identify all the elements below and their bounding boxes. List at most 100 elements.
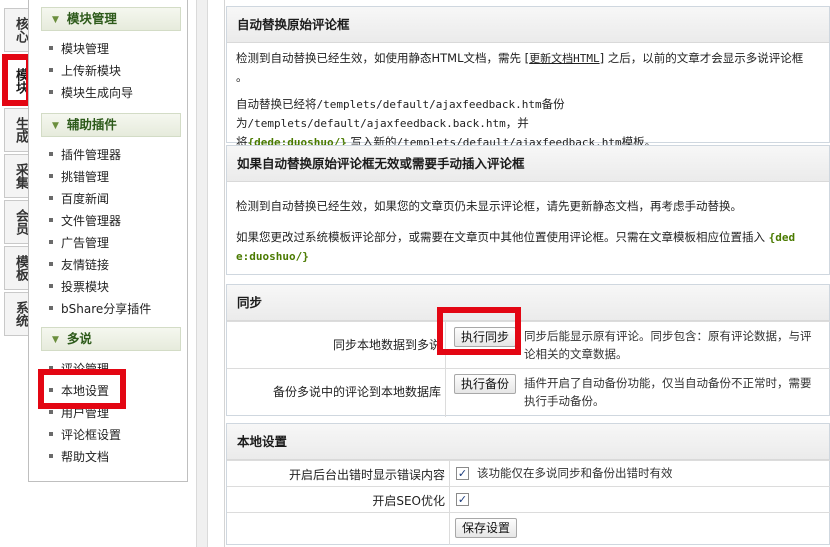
divider	[445, 369, 446, 417]
notice-text: ] 之后，以前的文章才会显示多说评论框	[599, 51, 804, 65]
backup-description: 插件开启了自动备份功能，仅当自动备份不正常时，需要 执行手动备份。	[524, 374, 828, 410]
bullet-icon	[49, 240, 53, 244]
menu-item-friend-links[interactable]: 友情链接	[49, 255, 109, 275]
tab-system[interactable]: 系统	[4, 292, 29, 336]
menu-item-bshare[interactable]: bShare分享插件	[49, 299, 151, 319]
panel-auto-replace: 自动替换原始评论框 检测到自动替换已经生效，如使用静态HTML文档，需先 [更新…	[226, 6, 830, 149]
bullet-icon	[49, 196, 53, 200]
section-duoshuo[interactable]: ▼ 多说	[41, 327, 181, 351]
tab-collect[interactable]: 采集	[4, 154, 29, 198]
bullet-icon	[49, 174, 53, 178]
sync-description: 同步后能显示原有评论。同步包含：原有评论数据，与评 论相关的文章数据。	[524, 327, 828, 363]
menu-label: 广告管理	[61, 236, 110, 250]
manual-notice-2: 如果您更改过系统模板评论部分，或需要在文章页中其他位置使用评论框。只需在文章模板…	[236, 228, 830, 266]
panel-local-settings: 本地设置 开启后台出错时显示错误内容 ✓ 该功能仅在多说同步和备份出错时有效 开…	[226, 423, 830, 545]
triangle-down-icon: ▼	[52, 121, 59, 131]
error-display-description: 该功能仅在多说同步和备份出错时有效	[477, 466, 673, 480]
bullet-icon	[49, 284, 53, 288]
tab-member[interactable]: 会员	[4, 200, 29, 244]
bullet-icon	[49, 432, 53, 436]
update-html-link[interactable]: 更新文档HTML	[529, 52, 600, 65]
error-display-row: 开启后台出错时显示错误内容 ✓ 该功能仅在多说同步和备份出错时有效	[227, 460, 830, 487]
manual-notice-1: 检测到自动替换已经生效，如果您的文章页仍未显示评论框，请先更新静态文档，再考虑手…	[236, 199, 742, 213]
section-module-management[interactable]: ▼ 模块管理	[41, 7, 181, 31]
notice-text: 如果您更改过系统模板评论部分，或需要在文章页中其他位置使用评论框。只需在文章模板…	[236, 230, 765, 244]
bullet-icon	[49, 90, 53, 94]
desc-line: 同步后能显示原有评论。同步包含：原有评论数据，与评	[524, 329, 812, 343]
menu-label: 挑错管理	[61, 170, 110, 184]
panel-title: 本地设置	[227, 424, 829, 460]
highlight-box-sync-button	[437, 307, 521, 355]
notice-text: 。	[236, 70, 248, 84]
backup-path: /templets/default/ajaxfeedback.back.htm	[247, 117, 506, 130]
menu-label: 模块管理	[61, 42, 110, 56]
menu-item-module-wizard[interactable]: 模块生成向导	[49, 83, 133, 103]
bullet-icon	[49, 262, 53, 266]
sync-label: 同步本地数据到多说	[332, 338, 441, 352]
menu-item-module-manage[interactable]: 模块管理	[49, 39, 109, 59]
section-title: 辅助插件	[66, 117, 117, 132]
menu-label: 上传新模块	[61, 64, 122, 78]
menu-item-comment-box-settings[interactable]: 评论框设置	[49, 425, 121, 445]
auto-replace-notice: 检测到自动替换已经生效，如使用静态HTML文档，需先 [更新文档HTML] 之后…	[236, 49, 826, 86]
section-plugins[interactable]: ▼ 辅助插件	[41, 113, 181, 137]
menu-item-plugin-manager[interactable]: 插件管理器	[49, 145, 121, 165]
menu-label: 友情链接	[61, 258, 110, 272]
menu-label: 文件管理器	[61, 214, 122, 228]
menu-item-ad-manage[interactable]: 广告管理	[49, 233, 109, 253]
bullet-icon	[49, 46, 53, 50]
notice-text: 检测到自动替换已经生效，如使用静态HTML文档，需先 [	[236, 51, 530, 65]
save-settings-button[interactable]: 保存设置	[455, 518, 518, 538]
panel-title: 自动替换原始评论框	[227, 7, 829, 43]
section-title: 模块管理	[66, 11, 117, 26]
backup-row: 备份多说中的评论到本地数据库 执行备份 插件开启了自动备份功能，仅当自动备份不正…	[227, 368, 830, 417]
seo-checkbox[interactable]: ✓	[456, 493, 469, 506]
menu-item-vote-module[interactable]: 投票模块	[49, 277, 109, 297]
divider	[449, 461, 450, 487]
triangle-down-icon: ▼	[52, 15, 59, 25]
notice-text: 自动替换已经将	[236, 97, 317, 111]
bullet-icon	[49, 152, 53, 156]
menu-label: bShare分享插件	[61, 302, 152, 316]
duoshuo-tag: {ded	[768, 231, 796, 244]
highlight-box-local-settings	[38, 369, 126, 409]
tab-generate[interactable]: 生成	[4, 108, 29, 152]
menu-item-help-docs[interactable]: 帮助文档	[49, 447, 109, 467]
menu-item-error-report[interactable]: 挑错管理	[49, 167, 109, 187]
tab-core[interactable]: 核心	[4, 8, 29, 52]
notice-text: ，并	[505, 116, 529, 130]
menu-item-file-manager[interactable]: 文件管理器	[49, 211, 121, 231]
panel-title: 同步	[227, 285, 829, 321]
desc-line: 插件开启了自动备份功能，仅当自动备份不正常时，需要	[524, 376, 812, 390]
divider	[449, 513, 450, 545]
auto-replace-backup-notice: 自动替换已经将/templets/default/ajaxfeedback.ht…	[236, 95, 828, 152]
bullet-icon	[49, 68, 53, 72]
section-title: 多说	[66, 331, 92, 346]
panel-title: 如果自动替换原始评论框无效或需要手动插入评论框	[227, 146, 829, 182]
desc-line: 论相关的文章数据。	[524, 347, 628, 361]
save-row: 保存设置	[227, 512, 830, 545]
tab-template[interactable]: 模板	[4, 246, 29, 290]
sidebar-menu: ▼ 模块管理 模块管理 上传新模块 模块生成向导 ▼ 辅助插件 插件管理器 挑错管理…	[28, 0, 188, 482]
template-path: /templets/default/ajaxfeedback.htm	[316, 98, 542, 111]
duoshuo-tag: e:duoshuo/}	[236, 250, 309, 263]
menu-label: 帮助文档	[61, 450, 110, 464]
menu-item-upload-module[interactable]: 上传新模块	[49, 61, 121, 81]
bullet-icon	[49, 454, 53, 458]
panel-sync: 同步 同步本地数据到多说 执行同步 同步后能显示原有评论。同步包含：原有评论数据…	[226, 284, 830, 417]
execute-backup-button[interactable]: 执行备份	[454, 374, 517, 394]
triangle-down-icon: ▼	[52, 335, 59, 345]
divider	[449, 487, 450, 513]
backup-label: 备份多说中的评论到本地数据库	[272, 385, 441, 399]
scrollbar-track[interactable]	[196, 0, 208, 547]
bullet-icon	[49, 410, 53, 414]
menu-label: 百度新闻	[61, 192, 110, 206]
sync-row: 同步本地数据到多说 执行同步 同步后能显示原有评论。同步包含：原有评论数据，与评…	[227, 321, 830, 369]
error-display-label: 开启后台出错时显示错误内容	[288, 468, 445, 482]
menu-label: 模块生成向导	[61, 86, 134, 100]
menu-item-baidu-news[interactable]: 百度新闻	[49, 189, 109, 209]
menu-label: 投票模块	[61, 280, 110, 294]
error-display-checkbox[interactable]: ✓	[456, 467, 469, 480]
menu-label: 评论框设置	[61, 428, 122, 442]
seo-row: 开启SEO优化 ✓	[227, 486, 830, 513]
